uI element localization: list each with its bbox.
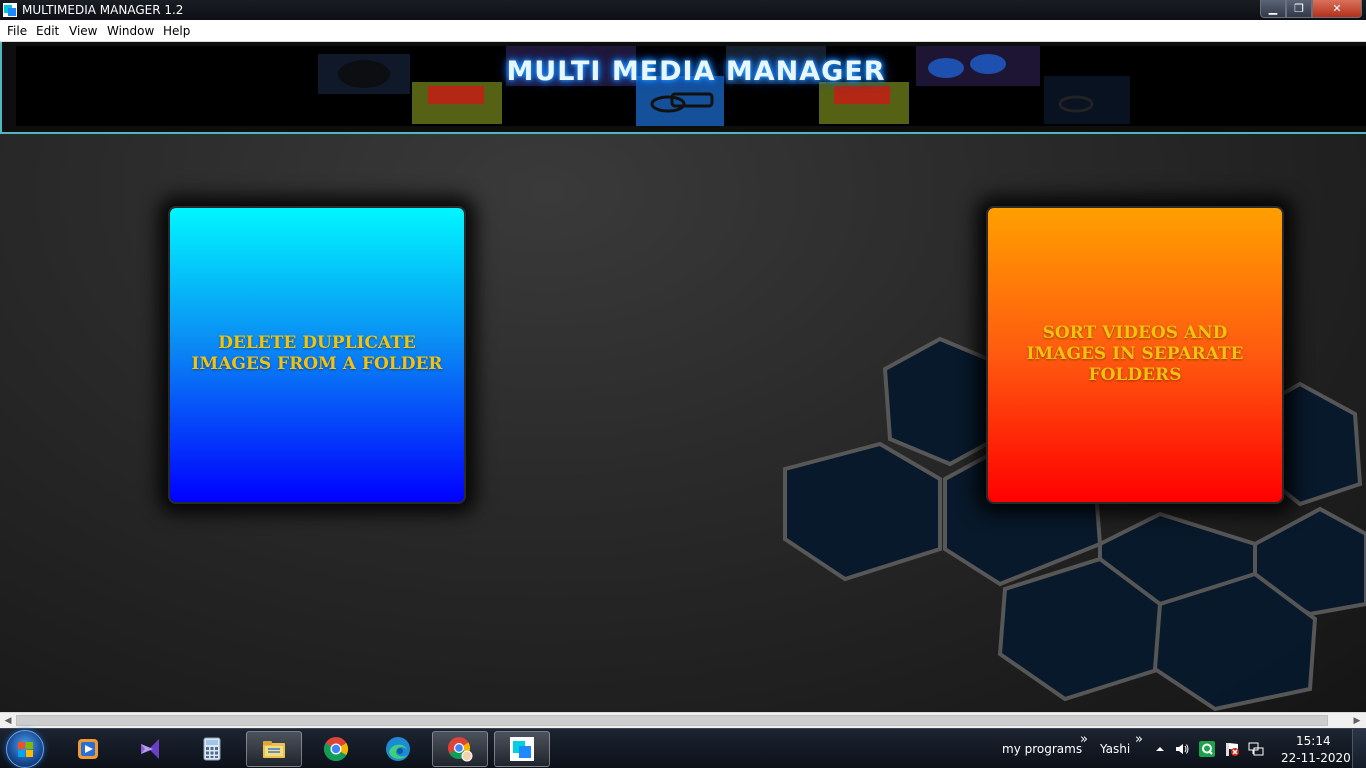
- chrome-icon: [323, 737, 349, 762]
- taskbar-visual-studio[interactable]: [122, 731, 178, 767]
- show-hidden-icons-icon[interactable]: [1152, 741, 1168, 757]
- taskbar: my programs » Yashi » 15:14 22-11-2020: [0, 728, 1366, 768]
- edge-icon: [386, 737, 410, 761]
- toolbar-yashi-chevron-icon[interactable]: »: [1135, 732, 1143, 747]
- multimedia-manager-icon: [510, 737, 534, 761]
- scroll-left-arrow-icon[interactable]: ◀: [1, 715, 15, 727]
- windows-media-player-icon: [78, 739, 98, 759]
- taskbar-multimedia-manager[interactable]: [494, 731, 550, 767]
- visual-studio-icon: [141, 739, 159, 759]
- banner: MULTI MEDIA MANAGER: [16, 46, 1366, 126]
- horizontal-scrollbar[interactable]: ◀ ▶: [0, 712, 1366, 728]
- close-icon: ✕: [1332, 2, 1342, 15]
- action-center-warning-icon[interactable]: [1224, 741, 1240, 757]
- minimize-icon: ▁: [1268, 2, 1278, 15]
- volume-icon[interactable]: [1174, 741, 1190, 757]
- maximize-icon: ❐: [1294, 2, 1304, 15]
- clock-date[interactable]: 22-11-2020: [1281, 751, 1351, 765]
- window-title: MULTIMEDIA MANAGER 1.2: [22, 3, 184, 17]
- menu-window[interactable]: Window: [107, 24, 154, 38]
- sort-media-label: SORT VIDEOS AND IMAGES IN SEPARATE FOLDE…: [1026, 322, 1244, 385]
- main-panel: DELETE DUPLICATE IMAGES FROM A FOLDER SO…: [0, 134, 1366, 712]
- minimize-button[interactable]: ▁: [1260, 0, 1286, 18]
- delete-duplicates-label: DELETE DUPLICATE IMAGES FROM A FOLDER: [191, 333, 443, 374]
- title-bar: MULTIMEDIA MANAGER 1.2 ▁ ❐ ✕: [0, 0, 1366, 20]
- app-icon: [3, 3, 17, 17]
- sort-media-button[interactable]: SORT VIDEOS AND IMAGES IN SEPARATE FOLDE…: [986, 206, 1284, 504]
- banner-title: MULTI MEDIA MANAGER: [506, 56, 886, 87]
- menu-help[interactable]: Help: [163, 24, 190, 38]
- taskbar-calculator[interactable]: [184, 731, 240, 767]
- windows-logo-icon: [18, 742, 33, 757]
- toolbar-my-programs[interactable]: my programs: [1002, 742, 1082, 756]
- file-explorer-icon: [263, 741, 285, 758]
- clock-time[interactable]: 15:14: [1296, 734, 1331, 748]
- scroll-right-arrow-icon[interactable]: ▶: [1350, 715, 1364, 727]
- taskbar-chrome-profile[interactable]: [432, 731, 488, 767]
- close-button[interactable]: ✕: [1312, 0, 1362, 18]
- menu-view[interactable]: View: [69, 24, 97, 38]
- scroll-thumb[interactable]: [16, 715, 1328, 726]
- show-desktop-button[interactable]: [1352, 729, 1366, 768]
- qbittorrent-icon[interactable]: [1199, 741, 1215, 757]
- taskbar-file-explorer[interactable]: [246, 731, 302, 767]
- delete-duplicates-button[interactable]: DELETE DUPLICATE IMAGES FROM A FOLDER: [168, 206, 466, 504]
- menu-file[interactable]: File: [7, 24, 27, 38]
- calculator-icon: [203, 737, 221, 761]
- toolbar-my-programs-chevron-icon[interactable]: »: [1080, 732, 1088, 747]
- network-icon[interactable]: [1248, 741, 1264, 757]
- toolbar-yashi[interactable]: Yashi: [1100, 742, 1130, 756]
- chrome-profile-icon: [448, 737, 473, 762]
- taskbar-media-player[interactable]: [60, 731, 116, 767]
- start-button[interactable]: [6, 730, 44, 768]
- banner-frame: MULTI MEDIA MANAGER: [0, 42, 1366, 134]
- menu-edit[interactable]: Edit: [36, 24, 59, 38]
- menu-bar: File Edit View Window Help: [0, 20, 1366, 42]
- maximize-button[interactable]: ❐: [1286, 0, 1312, 18]
- taskbar-edge[interactable]: [370, 731, 426, 767]
- taskbar-chrome[interactable]: [308, 731, 364, 767]
